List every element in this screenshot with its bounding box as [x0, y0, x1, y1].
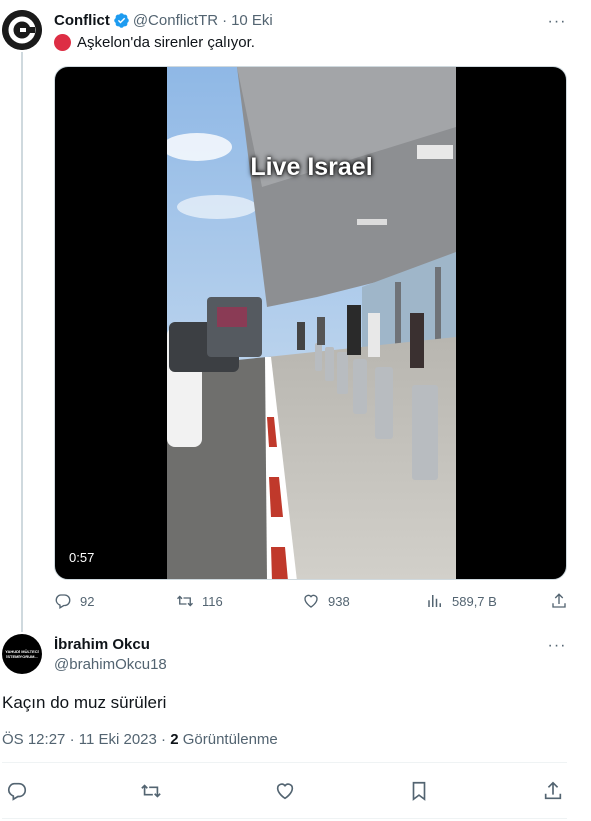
like-button[interactable]: 938: [302, 592, 350, 610]
reply-count: 92: [80, 593, 95, 609]
separator: ·: [161, 731, 167, 748]
more-icon[interactable]: ···: [545, 12, 569, 32]
views-icon: [428, 595, 441, 607]
reply-avatar-text: YAHUDİ MÜLTECİ İSTEMİYORUM...: [5, 649, 39, 659]
tweet-header: Conflict @ConflictTR · 10 Eki: [54, 12, 273, 29]
reply-views-count: 2: [170, 731, 179, 748]
retweet-button[interactable]: 116: [176, 592, 223, 610]
views-count: 589,7 B: [452, 593, 497, 609]
original-tweet[interactable]: Conflict @ConflictTR · 10 Eki ··· Aşkelo…: [0, 0, 591, 630]
red-circle-icon: [54, 34, 71, 51]
verified-icon: [113, 12, 130, 29]
separator: ·: [222, 12, 228, 29]
reply-author-handle[interactable]: @brahimOkcu18: [54, 656, 167, 673]
author-handle[interactable]: @ConflictTR: [133, 12, 218, 29]
reply-avatar[interactable]: YAHUDİ MÜLTECİ İSTEMİYORUM...: [2, 634, 42, 674]
share-button[interactable]: [550, 592, 576, 610]
reply-icon: [55, 594, 71, 609]
tweet-date[interactable]: 10 Eki: [231, 12, 273, 29]
video-thumbnail: [167, 67, 456, 579]
reply-icon: [7, 782, 27, 801]
reply-tweet[interactable]: YAHUDİ MÜLTECİ İSTEMİYORUM... İbrahim Ok…: [0, 632, 591, 821]
retweet-icon: [177, 595, 193, 607]
share-icon: [552, 593, 566, 608]
tweet-text: Aşkelon'da sirenler çalıyor.: [54, 34, 255, 51]
reply-author-name[interactable]: İbrahim Okcu: [54, 636, 150, 653]
like-count: 938: [328, 593, 350, 609]
reply-button[interactable]: [6, 780, 28, 802]
tweet-text-content: Aşkelon'da sirenler çalıyor.: [77, 34, 255, 51]
retweet-button[interactable]: [140, 780, 162, 802]
video-duration: 0:57: [69, 550, 95, 565]
reply-date[interactable]: 11 Eki 2023: [79, 731, 157, 748]
like-icon: [304, 594, 318, 608]
like-button[interactable]: [274, 780, 296, 802]
like-icon: [276, 783, 294, 800]
separator: ·: [69, 731, 75, 748]
conflict-avatar[interactable]: [2, 10, 42, 50]
reply-button[interactable]: 92: [54, 592, 94, 610]
reply-time[interactable]: ÖS 12:27: [2, 731, 65, 748]
retweet-icon: [141, 784, 161, 798]
reply-text: Kaçın do muz sürüleri: [2, 693, 167, 712]
video-overlay-text: Live Israel: [250, 153, 373, 181]
share-icon: [544, 781, 562, 800]
reply-meta: ÖS 12:27 · 11 Eki 2023 · 2 Görüntülenme: [2, 731, 278, 748]
reply-views-label: Görüntülenme: [182, 731, 278, 748]
bookmark-icon: [412, 781, 426, 801]
video-frame[interactable]: Live Israel: [167, 67, 456, 579]
share-button[interactable]: [542, 780, 564, 802]
video-player[interactable]: Live Israel 0:57: [54, 66, 567, 580]
reply-actions: [0, 780, 591, 802]
more-icon[interactable]: ···: [545, 636, 569, 656]
divider: [2, 762, 567, 763]
divider: [2, 818, 567, 819]
tweet-actions: 92 116 938 589,7 B: [54, 592, 569, 614]
bookmark-button[interactable]: [408, 780, 430, 802]
retweet-count: 116: [202, 593, 223, 609]
views-button[interactable]: 589,7 B: [426, 592, 497, 610]
author-name[interactable]: Conflict: [54, 12, 110, 29]
